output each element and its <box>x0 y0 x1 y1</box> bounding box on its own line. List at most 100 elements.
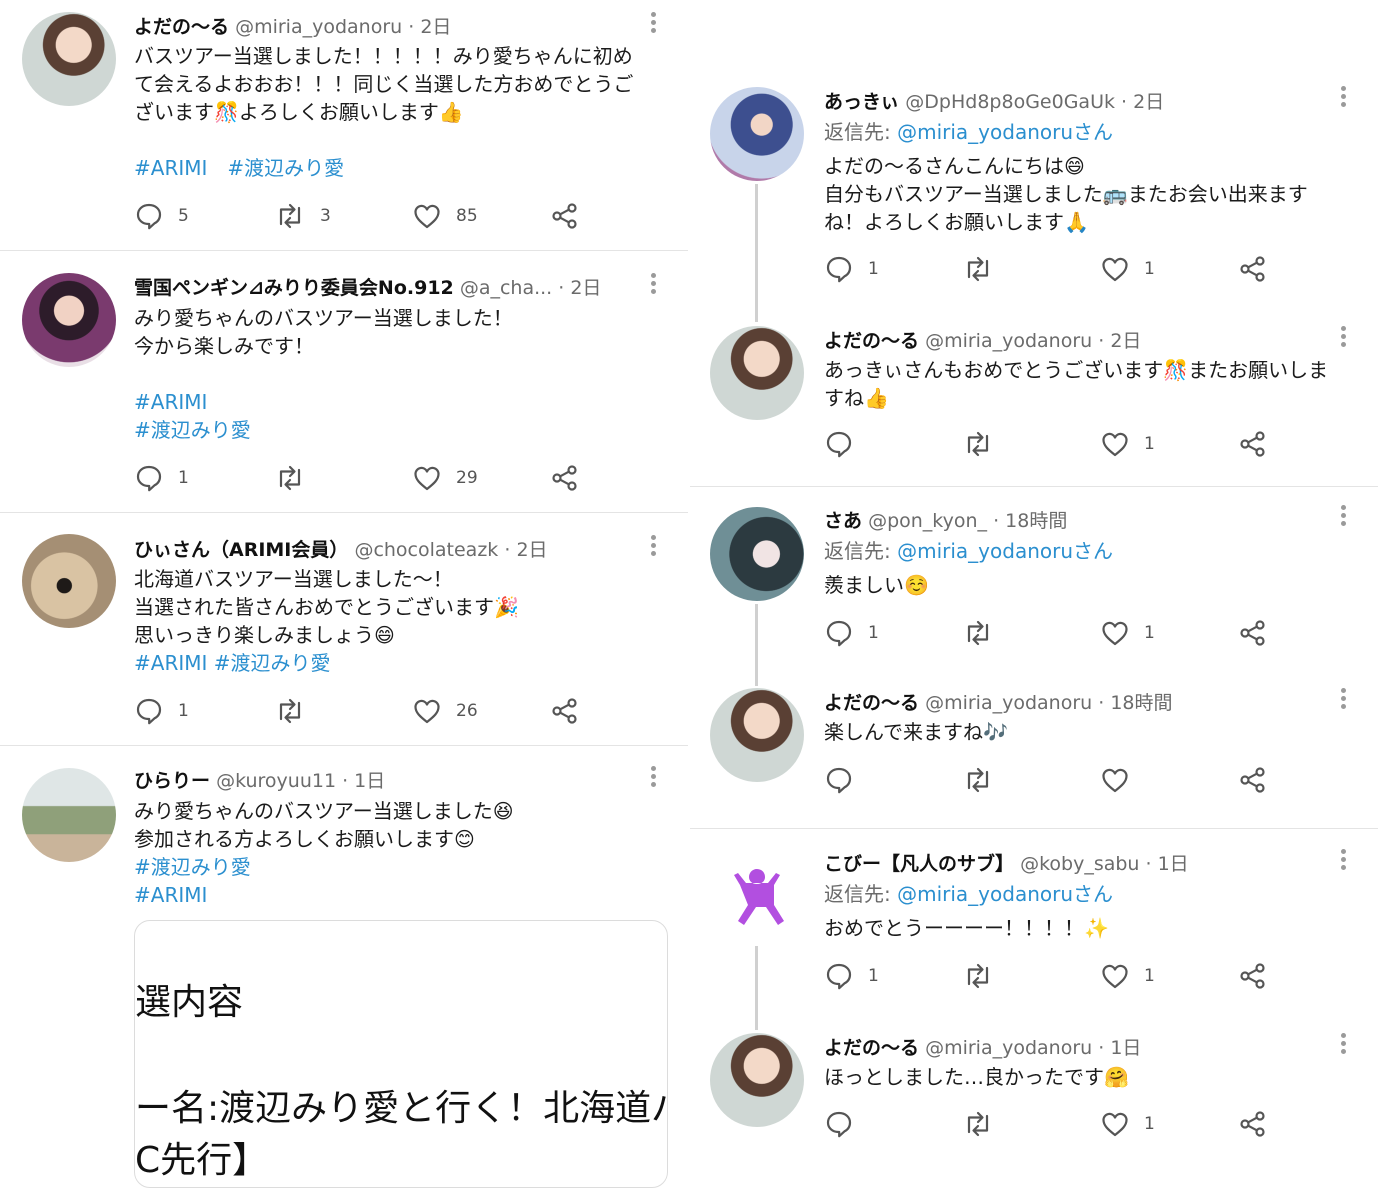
like-button[interactable]: 1 <box>1100 428 1155 460</box>
avatar[interactable] <box>710 326 804 420</box>
reply-button[interactable] <box>824 1108 868 1140</box>
reply-to-mention[interactable]: @miria_yodanoruさん <box>897 882 1113 906</box>
reply-button[interactable]: 1 <box>134 462 189 494</box>
avatar[interactable] <box>710 851 804 945</box>
share-button[interactable] <box>1238 764 1268 796</box>
tweet-time[interactable]: · 1日 <box>1146 853 1189 875</box>
share-button[interactable] <box>550 695 580 727</box>
tweet[interactable]: よだの〜る @miria_yodanoru · 1日 ほっとしました…良かったで… <box>690 1027 1378 1200</box>
avatar[interactable] <box>22 768 116 862</box>
tweet[interactable]: よだの〜る @miria_yodanoru · 2日 バスツアー当選しました！！… <box>0 0 688 250</box>
like-button[interactable]: 1 <box>1100 253 1155 285</box>
author-handle[interactable]: @miria_yodanoru <box>925 692 1092 714</box>
tweet-time[interactable]: · 2日 <box>1121 91 1164 113</box>
more-icon[interactable] <box>1340 505 1346 531</box>
author-handle[interactable]: @miria_yodanoru <box>925 1037 1092 1059</box>
author-handle[interactable]: @DpHd8p8oGe0GaUk <box>905 91 1115 113</box>
author-handle[interactable]: @a_cha... <box>460 277 552 299</box>
tweet[interactable]: さあ @pon_kyon_ · 18時間 返信先: @miria_yodanor… <box>690 487 1378 682</box>
share-button[interactable] <box>1238 960 1268 992</box>
author-name[interactable]: よだの〜る <box>824 692 919 714</box>
like-button[interactable] <box>1100 764 1144 796</box>
author-name[interactable]: よだの〜る <box>134 16 229 38</box>
more-icon[interactable] <box>1340 849 1346 875</box>
tweet-time[interactable]: · 18時間 <box>1098 692 1172 714</box>
reply-button[interactable]: 1 <box>824 960 879 992</box>
share-button[interactable] <box>1238 1108 1268 1140</box>
tweet-time[interactable]: · 2日 <box>504 539 547 561</box>
retweet-button[interactable] <box>962 764 1008 796</box>
tweet-time[interactable]: · 1日 <box>342 770 385 792</box>
author-handle[interactable]: @koby_sabu <box>1020 853 1139 875</box>
like-button[interactable]: 85 <box>412 200 478 232</box>
more-icon[interactable] <box>1340 326 1346 352</box>
attached-image-card[interactable]: 選内容 ー名:渡辺みり愛と行く！北海道バス C先行】 <box>134 920 668 1188</box>
more-icon[interactable] <box>650 273 656 299</box>
tweet[interactable]: こびー【凡人のサブ】 @koby_sabu · 1日 返信先: @miria_y… <box>690 829 1378 1027</box>
tweet[interactable]: 雪国ペンギン⊿みりり委員会No.912 @a_cha... · 2日 みり愛ちゃ… <box>0 251 688 512</box>
more-icon[interactable] <box>1340 86 1346 112</box>
reply-button[interactable]: 1 <box>824 253 879 285</box>
author-handle[interactable]: @miria_yodanoru <box>235 16 402 38</box>
avatar[interactable] <box>710 688 804 782</box>
share-button[interactable] <box>1238 617 1268 649</box>
reply-button[interactable] <box>824 428 868 460</box>
more-icon[interactable] <box>1340 688 1346 714</box>
share-button[interactable] <box>550 462 580 494</box>
author-handle[interactable]: @kuroyuu11 <box>216 770 336 792</box>
more-icon[interactable] <box>1340 1033 1346 1059</box>
like-button[interactable]: 1 <box>1100 617 1155 649</box>
retweet-button[interactable] <box>962 617 1008 649</box>
avatar[interactable] <box>22 273 116 367</box>
retweet-button[interactable] <box>962 1108 1008 1140</box>
retweet-button[interactable]: 3 <box>274 200 331 232</box>
author-handle[interactable]: @pon_kyon_ <box>868 510 987 532</box>
author-name[interactable]: 雪国ペンギン⊿みりり委員会No.912 <box>134 277 454 299</box>
hashtags[interactable]: #ARIMI #渡辺みり愛 <box>134 388 251 444</box>
hashtags[interactable]: #ARIMI #渡辺みり愛 <box>134 649 331 677</box>
author-handle[interactable]: @chocolateazk <box>354 539 498 561</box>
reply-to-mention[interactable]: @miria_yodanoruさん <box>897 539 1113 563</box>
author-name[interactable]: さあ <box>824 510 862 532</box>
retweet-button[interactable] <box>962 428 1008 460</box>
tweet-time[interactable]: · 18時間 <box>993 510 1067 532</box>
reply-button[interactable]: 1 <box>134 695 189 727</box>
reply-button[interactable] <box>824 764 868 796</box>
avatar[interactable] <box>22 534 116 628</box>
author-name[interactable]: よだの〜る <box>824 1037 919 1059</box>
author-name[interactable]: ひぃさん（ARIMI会員） <box>134 539 348 561</box>
author-name[interactable]: あっきぃ <box>824 91 899 113</box>
tweet-time[interactable]: · 2日 <box>408 16 451 38</box>
retweet-button[interactable] <box>962 253 1008 285</box>
like-button[interactable]: 29 <box>412 462 478 494</box>
retweet-button[interactable] <box>962 960 1008 992</box>
tweet[interactable]: よだの〜る @miria_yodanoru · 18時間 楽しんで来ますね🎶 <box>690 682 1378 827</box>
avatar[interactable] <box>710 1033 804 1127</box>
tweet-time[interactable]: · 2日 <box>1098 330 1141 352</box>
more-icon[interactable] <box>650 12 656 38</box>
reply-button[interactable]: 5 <box>134 200 189 232</box>
hashtags[interactable]: #ARIMI #渡辺みり愛 <box>134 154 344 182</box>
reply-button[interactable]: 1 <box>824 617 879 649</box>
tweet[interactable]: ひぃさん（ARIMI会員） @chocolateazk · 2日 北海道バスツア… <box>0 513 688 745</box>
like-button[interactable]: 1 <box>1100 1108 1155 1140</box>
more-icon[interactable] <box>650 535 656 561</box>
author-name[interactable]: ひらりー <box>134 770 210 792</box>
like-button[interactable]: 26 <box>412 695 478 727</box>
like-button[interactable]: 1 <box>1100 960 1155 992</box>
tweet-time[interactable]: · 2日 <box>558 277 601 299</box>
tweet[interactable]: よだの〜る @miria_yodanoru · 2日 あっきぃさんもおめでとうご… <box>690 320 1378 485</box>
tweet-time[interactable]: · 1日 <box>1098 1037 1141 1059</box>
author-name[interactable]: よだの〜る <box>824 330 919 352</box>
retweet-button[interactable] <box>274 462 320 494</box>
share-button[interactable] <box>550 200 580 232</box>
author-handle[interactable]: @miria_yodanoru <box>925 330 1092 352</box>
tweet[interactable]: あっきぃ @DpHd8p8oGe0GaUk · 2日 返信先: @miria_y… <box>690 70 1378 320</box>
reply-to-mention[interactable]: @miria_yodanoruさん <box>897 120 1113 144</box>
retweet-button[interactable] <box>274 695 320 727</box>
share-button[interactable] <box>1238 253 1268 285</box>
author-name[interactable]: こびー【凡人のサブ】 <box>824 853 1014 875</box>
share-button[interactable] <box>1238 428 1268 460</box>
avatar[interactable] <box>22 12 116 106</box>
hashtags[interactable]: #渡辺みり愛 #ARIMI <box>134 853 251 909</box>
